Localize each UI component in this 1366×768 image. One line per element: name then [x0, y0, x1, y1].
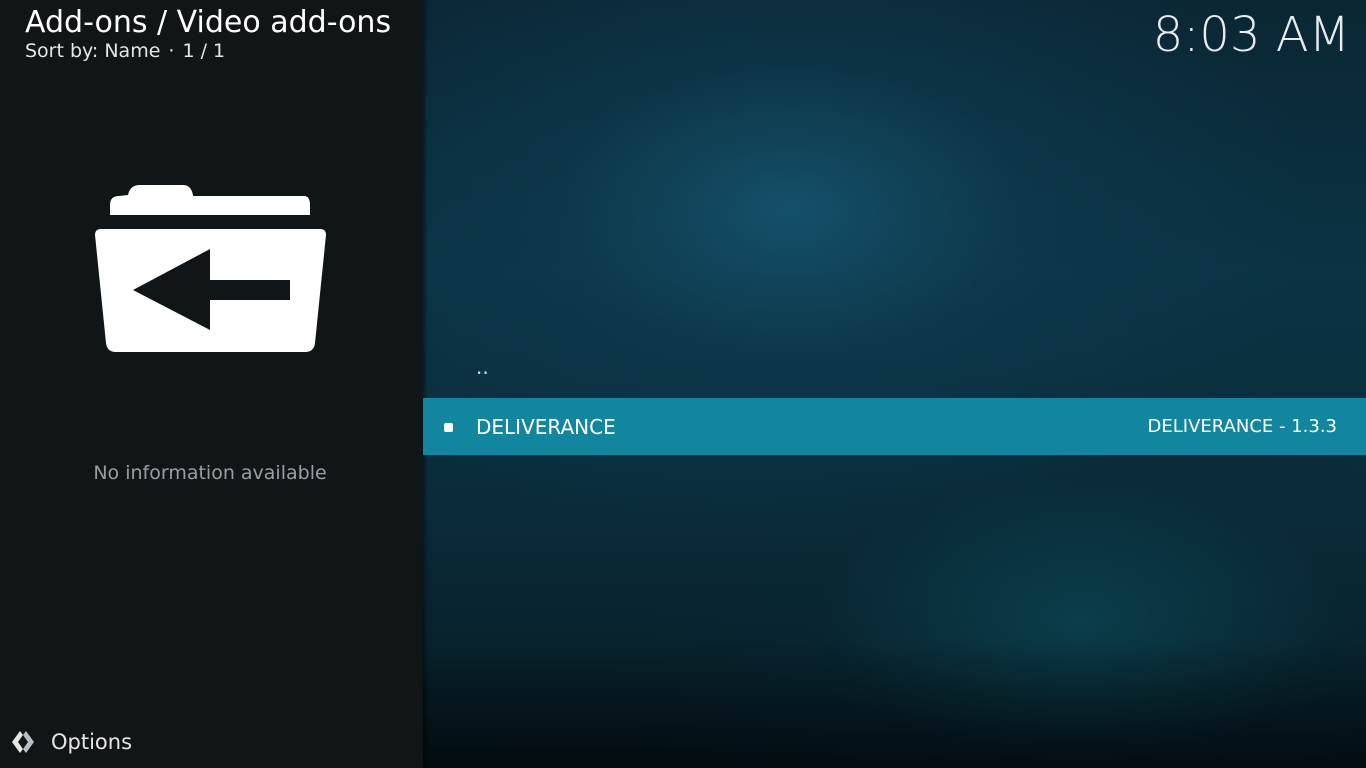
list-item-label: DELIVERANCE [476, 414, 616, 439]
list-item-label: .. [476, 355, 489, 379]
list-item-deliverance[interactable]: DELIVERANCE DELIVERANCE - 1.3.3 [423, 398, 1366, 455]
addon-list: .. DELIVERANCE DELIVERANCE - 1.3.3 [423, 345, 1366, 458]
sort-label[interactable]: Sort by: Name [25, 40, 160, 62]
options-icon [10, 729, 36, 755]
page-title: Add-ons / Video add-ons [25, 5, 392, 40]
options-button[interactable]: Options [10, 726, 132, 758]
separator-dot: · [168, 40, 175, 62]
options-label: Options [51, 730, 133, 754]
sort-info: Sort by: Name · 1 / 1 [25, 39, 225, 63]
folder-back-icon [95, 183, 326, 353]
no-information-text: No information available [93, 462, 327, 484]
page-count: 1 / 1 [182, 40, 226, 62]
info-side-panel: Add-ons / Video add-ons Sort by: Name · 1 … [0, 0, 423, 768]
clock: 8:03 AM [1152, 7, 1350, 63]
list-item-version: DELIVERANCE - 1.3.3 [1147, 416, 1338, 437]
kodi-screen: Add-ons / Video add-ons Sort by: Name · 1 … [0, 0, 1366, 768]
list-item-parent-folder[interactable]: .. [423, 345, 1366, 401]
selected-bullet-icon [444, 423, 453, 432]
